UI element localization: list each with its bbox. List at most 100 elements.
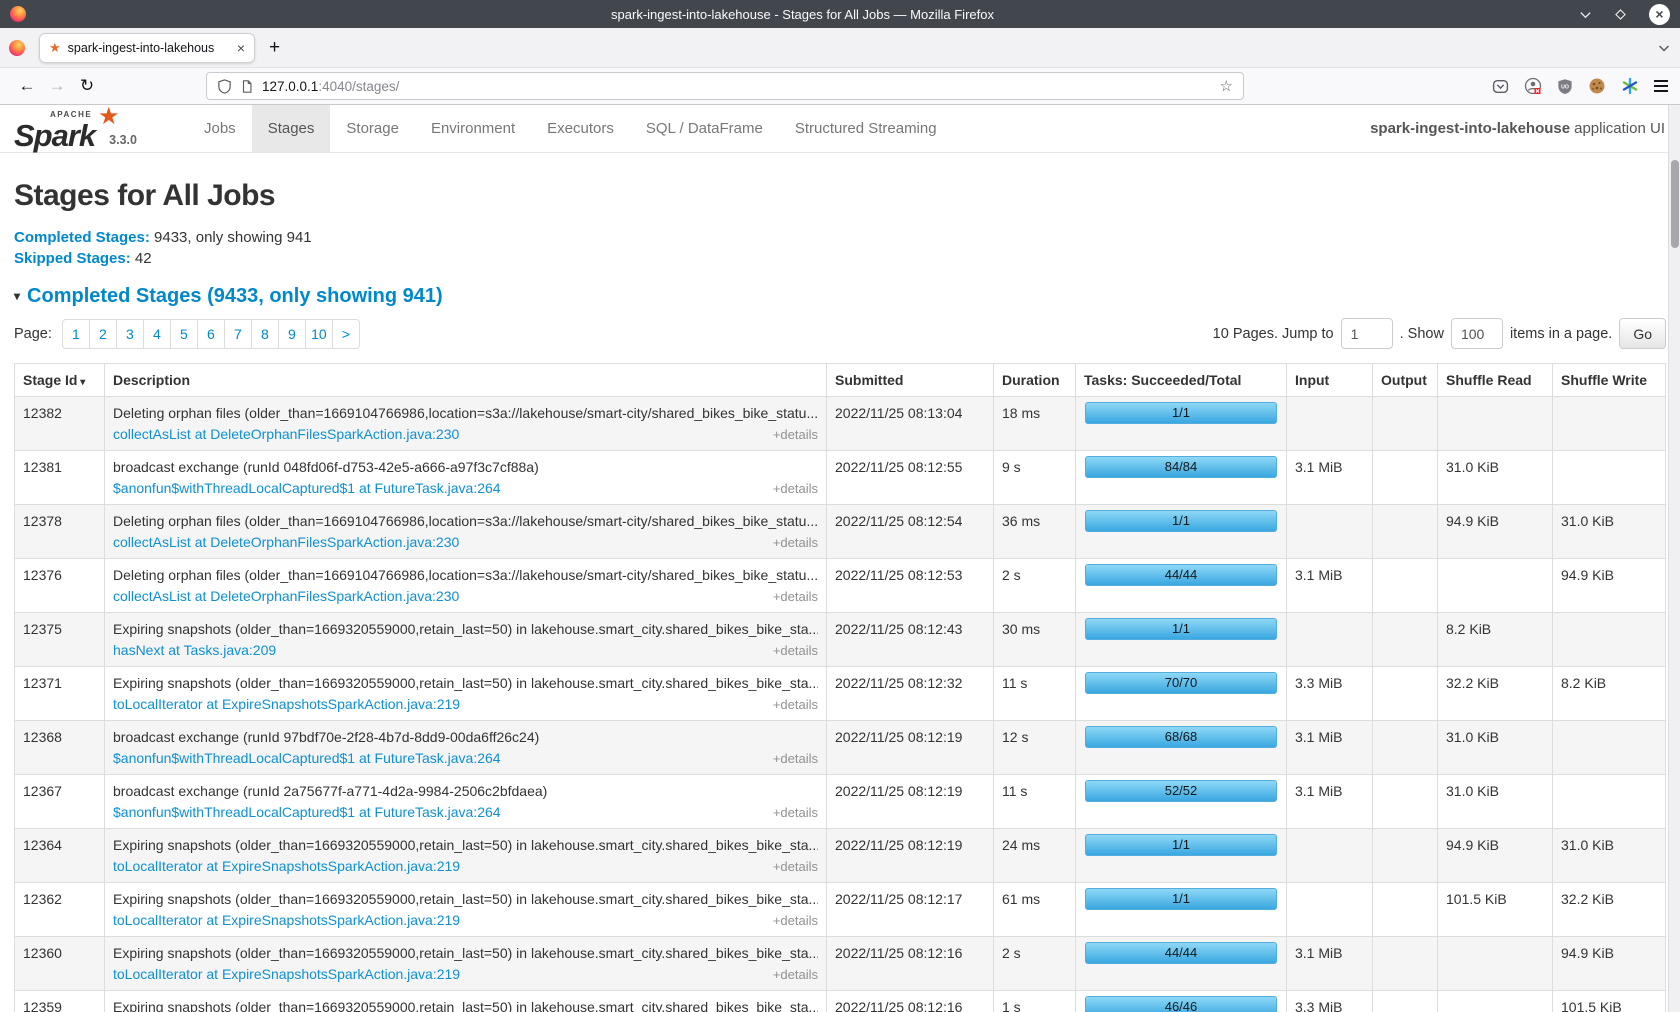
- completed-stages-section-toggle[interactable]: ▾Completed Stages (9433, only showing 94…: [14, 285, 1666, 308]
- page-button-8[interactable]: 8: [251, 319, 279, 349]
- submitted-cell: 2022/11/25 08:12:19: [827, 829, 994, 883]
- stage-callsite-link[interactable]: $anonfun$withThreadLocalCaptured$1 at Fu…: [113, 750, 501, 766]
- details-toggle[interactable]: +details: [773, 535, 818, 550]
- table-row: 12364 Expiring snapshots (older_than=166…: [15, 829, 1666, 883]
- stage-callsite-link[interactable]: toLocalIterator at ExpireSnapshotsSparkA…: [113, 912, 460, 928]
- extension-asterisk-icon[interactable]: [1621, 77, 1639, 95]
- details-toggle[interactable]: +details: [773, 427, 818, 442]
- stage-id-cell: 12368: [15, 721, 105, 775]
- submitted-cell: 2022/11/25 08:12:55: [827, 451, 994, 505]
- details-toggle[interactable]: +details: [773, 859, 818, 874]
- column-header-input[interactable]: Input: [1287, 364, 1373, 397]
- page-button-6[interactable]: 6: [197, 319, 225, 349]
- tab-list-chevron-icon[interactable]: [1657, 41, 1671, 55]
- page-button-10[interactable]: 10: [305, 319, 333, 349]
- duration-cell: 11 s: [994, 775, 1076, 829]
- stage-callsite-link[interactable]: hasNext at Tasks.java:209: [113, 642, 276, 658]
- url-bar[interactable]: 127.0.0.1:4040/stages/ ☆: [206, 72, 1244, 100]
- go-button[interactable]: Go: [1619, 318, 1666, 349]
- stage-callsite-link[interactable]: collectAsList at DeleteOrphanFilesSparkA…: [113, 588, 459, 604]
- stage-callsite-link[interactable]: $anonfun$withThreadLocalCaptured$1 at Fu…: [113, 804, 501, 820]
- tasks-progress-bar: 1/1: [1085, 402, 1277, 424]
- skipped-stages-value: 42: [135, 250, 152, 267]
- pocket-icon[interactable]: [1492, 78, 1509, 95]
- column-header-submitted[interactable]: Submitted: [827, 364, 994, 397]
- stage-callsite-link[interactable]: toLocalIterator at ExpireSnapshotsSparkA…: [113, 696, 460, 712]
- stage-callsite-link[interactable]: toLocalIterator at ExpireSnapshotsSparkA…: [113, 966, 460, 982]
- details-toggle[interactable]: +details: [773, 589, 818, 604]
- jump-to-input[interactable]: [1341, 318, 1393, 349]
- nav-item-storage[interactable]: Storage: [330, 105, 415, 152]
- shield-icon[interactable]: [217, 79, 232, 94]
- new-tab-button[interactable]: +: [269, 37, 280, 59]
- nav-item-executors[interactable]: Executors: [531, 105, 630, 152]
- cookie-icon[interactable]: [1588, 77, 1606, 95]
- section-title: Completed Stages (9433, only showing 941…: [27, 285, 443, 307]
- submitted-cell: 2022/11/25 08:12:32: [827, 667, 994, 721]
- shuffle-read-cell: 8.2 KiB: [1438, 613, 1553, 667]
- show-count-input[interactable]: [1451, 318, 1503, 349]
- browser-tab[interactable]: ★ spark-ingest-into-lakehous ×: [39, 33, 255, 63]
- page-button-2[interactable]: 2: [89, 319, 117, 349]
- site-info-icon[interactable]: [240, 79, 254, 94]
- scrollbar-thumb[interactable]: [1671, 160, 1679, 248]
- window-maximize-button[interactable]: [1614, 8, 1627, 21]
- window-minimize-button[interactable]: [1579, 8, 1592, 21]
- column-header-tasks-succeeded-total[interactable]: Tasks: Succeeded/Total: [1076, 364, 1287, 397]
- page-scrollbar[interactable]: [1668, 105, 1680, 1012]
- forward-button[interactable]: →: [42, 76, 72, 96]
- page-button-9[interactable]: 9: [278, 319, 306, 349]
- stage-callsite-link[interactable]: collectAsList at DeleteOrphanFilesSparkA…: [113, 426, 459, 442]
- page-button-4[interactable]: 4: [143, 319, 171, 349]
- tasks-progress-bar: 1/1: [1085, 618, 1277, 640]
- page-button-3[interactable]: 3: [116, 319, 144, 349]
- stage-callsite-link[interactable]: toLocalIterator at ExpireSnapshotsSparkA…: [113, 858, 460, 874]
- page-button-next[interactable]: >: [332, 319, 360, 349]
- input-cell: 3.1 MiB: [1287, 559, 1373, 613]
- shuffle-read-cell: [1438, 559, 1553, 613]
- nav-item-sql-dataframe[interactable]: SQL / DataFrame: [630, 105, 779, 152]
- page-button-1[interactable]: 1: [62, 319, 90, 349]
- column-header-shuffle-write[interactable]: Shuffle Write: [1553, 364, 1666, 397]
- stage-description: Expiring snapshots (older_than=166932055…: [113, 621, 818, 637]
- details-toggle[interactable]: +details: [773, 751, 818, 766]
- nav-item-jobs[interactable]: Jobs: [188, 105, 252, 152]
- tasks-progress-bar: 1/1: [1085, 510, 1277, 532]
- firefox-view-icon[interactable]: [9, 40, 25, 56]
- details-toggle[interactable]: +details: [773, 697, 818, 712]
- nav-item-stages[interactable]: Stages: [252, 105, 331, 152]
- tab-close-icon[interactable]: ×: [237, 41, 245, 55]
- window-close-button[interactable]: ×: [1649, 4, 1670, 25]
- table-row: 12367 broadcast exchange (runId 2a75677f…: [15, 775, 1666, 829]
- shuffle-write-cell: [1553, 451, 1666, 505]
- nav-item-structured-streaming[interactable]: Structured Streaming: [779, 105, 953, 152]
- page-button-7[interactable]: 7: [224, 319, 252, 349]
- duration-cell: 24 ms: [994, 829, 1076, 883]
- column-header-shuffle-read[interactable]: Shuffle Read: [1438, 364, 1553, 397]
- reload-button[interactable]: ↻: [72, 76, 102, 96]
- account-extension-icon[interactable]: [1524, 77, 1542, 95]
- menu-hamburger-icon[interactable]: [1654, 80, 1668, 92]
- page-buttons: 12345678910>: [62, 319, 360, 349]
- details-toggle[interactable]: +details: [773, 643, 818, 658]
- stage-description: Expiring snapshots (older_than=166932055…: [113, 837, 818, 853]
- bookmark-star-icon[interactable]: ☆: [1220, 77, 1233, 95]
- page-button-5[interactable]: 5: [170, 319, 198, 349]
- stage-callsite-link[interactable]: collectAsList at DeleteOrphanFilesSparkA…: [113, 534, 459, 550]
- stage-callsite-link[interactable]: $anonfun$withThreadLocalCaptured$1 at Fu…: [113, 480, 501, 496]
- input-cell: 3.1 MiB: [1287, 775, 1373, 829]
- ublock-shield-icon[interactable]: UO: [1557, 78, 1573, 95]
- details-toggle[interactable]: +details: [773, 967, 818, 982]
- column-header-description[interactable]: Description: [105, 364, 827, 397]
- back-button[interactable]: ←: [12, 76, 42, 96]
- completed-stages-label: Completed Stages:: [14, 229, 150, 246]
- nav-item-environment[interactable]: Environment: [415, 105, 531, 152]
- shuffle-read-cell: 94.9 KiB: [1438, 829, 1553, 883]
- details-toggle[interactable]: +details: [773, 805, 818, 820]
- details-toggle[interactable]: +details: [773, 481, 818, 496]
- column-header-output[interactable]: Output: [1373, 364, 1438, 397]
- stage-id-cell: 12381: [15, 451, 105, 505]
- column-header-duration[interactable]: Duration: [994, 364, 1076, 397]
- column-header-stage-id[interactable]: Stage Id ▾: [15, 364, 105, 397]
- details-toggle[interactable]: +details: [773, 913, 818, 928]
